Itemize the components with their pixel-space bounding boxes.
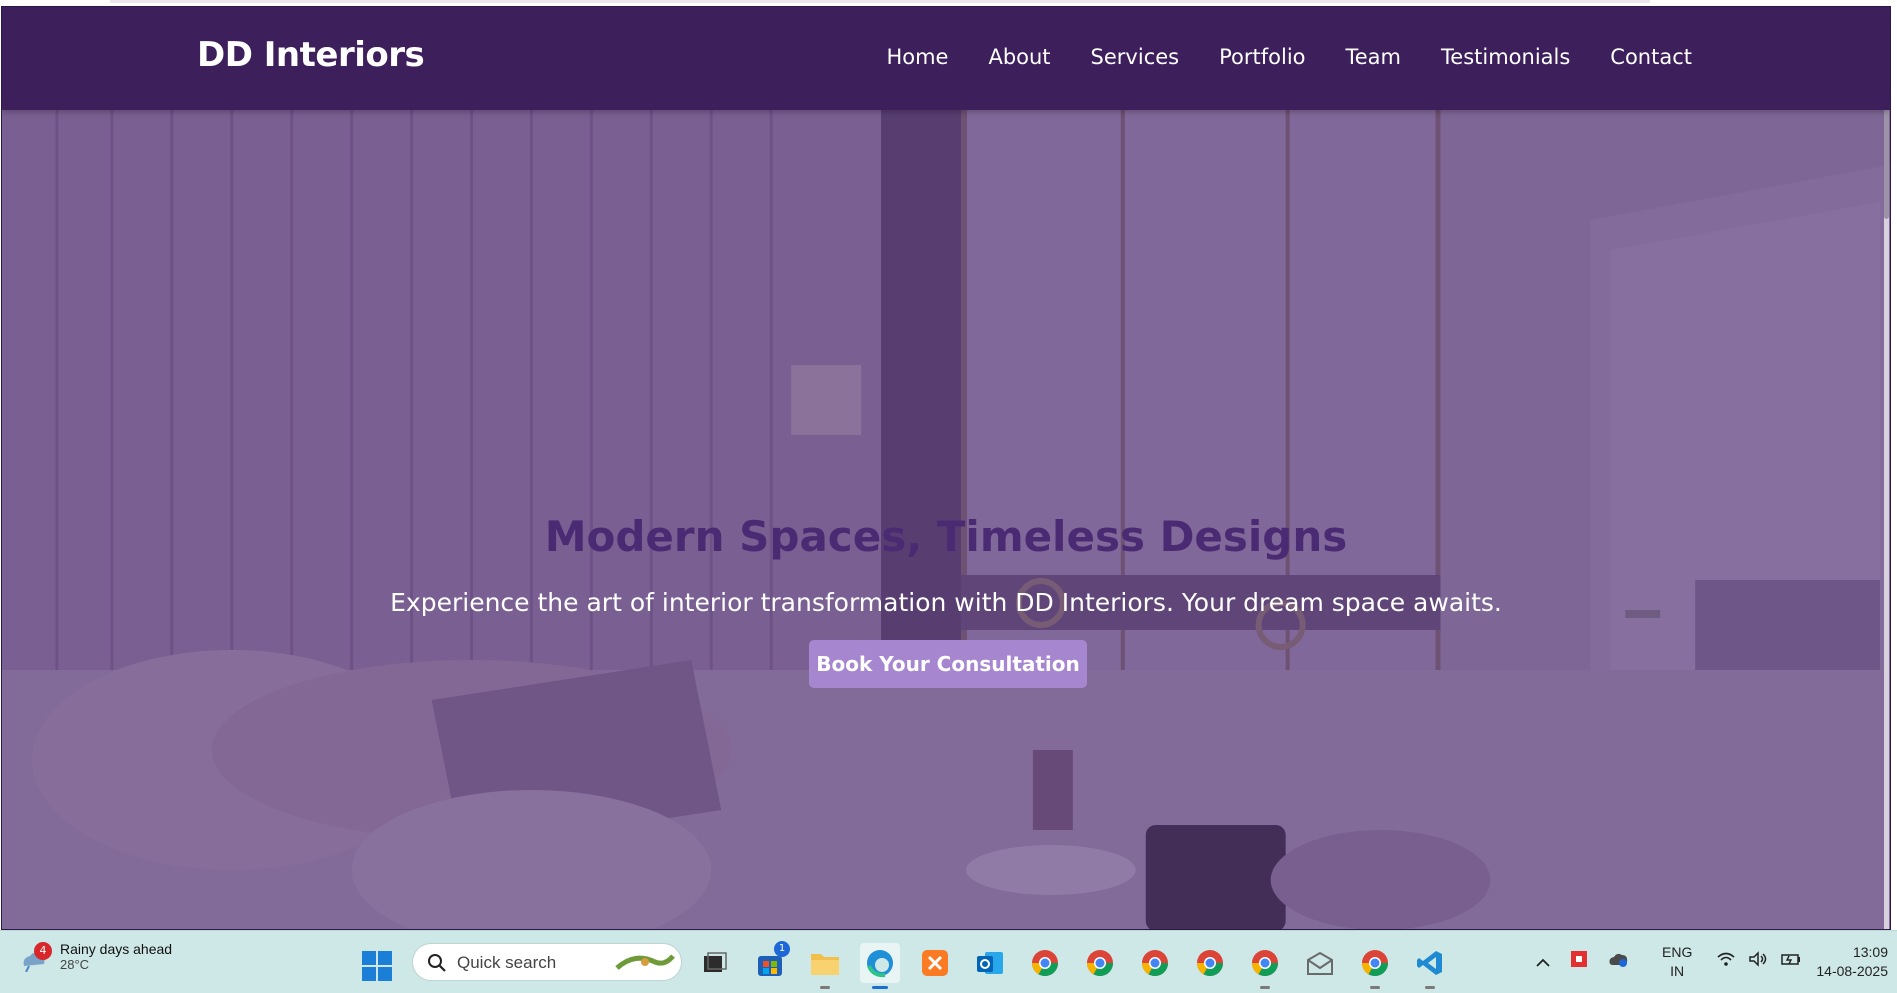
page-scrollbar[interactable] [1884,7,1889,929]
chrome-icon[interactable] [1135,943,1175,983]
vscode-icon[interactable] [1410,943,1450,989]
folder-icon[interactable] [805,943,845,989]
xampp-icon[interactable] [915,943,955,983]
onedrive-icon[interactable] [1607,950,1629,972]
chrome-icon[interactable] [1355,943,1395,989]
anydesk-icon[interactable] [1569,949,1589,973]
outlook-icon[interactable] [970,943,1010,983]
taskbar-search[interactable]: Quick search [412,943,682,981]
chevron-up-icon[interactable] [1535,952,1551,971]
site-logo[interactable]: DD Interiors [197,35,425,75]
language-code: ENG [1662,944,1693,960]
search-highlight-icon [615,948,675,980]
system-tray [1535,949,1629,973]
windows-start-icon[interactable] [362,951,392,981]
search-placeholder: Quick search [457,953,557,972]
weather-title: Rainy days ahead [60,941,173,957]
quick-settings[interactable] [1716,951,1802,971]
region-code: IN [1670,963,1685,979]
nav-link-about[interactable]: About [988,45,1050,69]
hero-subtitle: Experience the art of interior transform… [390,588,1502,617]
taskbar: 4 Rainy days ahead 28°C Quick search 1 E… [0,930,1897,993]
clock-date: 14-08-2025 [1816,963,1888,979]
rain-cloud-icon: 4 [20,941,52,972]
chrome-icon[interactable] [1080,943,1120,983]
nav-link-services[interactable]: Services [1091,45,1180,69]
wifi-icon [1716,951,1736,971]
browser-viewport: DD Interiors Home About Services Portfol… [1,6,1891,930]
store-icon[interactable]: 1 [750,941,790,983]
weather-badge: 4 [34,941,52,960]
weather-widget[interactable]: 4 Rainy days ahead 28°C [20,941,172,972]
nav-link-contact[interactable]: Contact [1610,45,1692,69]
chrome-icon[interactable] [1025,943,1065,983]
clock-time: 13:09 [1852,944,1888,960]
mail-icon[interactable] [1300,943,1340,983]
taskbar-apps: 1 [695,941,1450,989]
volume-icon [1748,951,1768,971]
main-nav: Home About Services Portfolio Team Testi… [886,45,1692,69]
battery-icon [1780,951,1802,971]
taskbar-clock[interactable]: 13:09 14-08-2025 [1808,943,1888,981]
edge-icon[interactable] [860,943,900,989]
site-navbar: DD Interiors Home About Services Portfol… [2,7,1890,110]
nav-link-team[interactable]: Team [1346,45,1402,69]
hero-title: Modern Spaces, Timeless Designs [544,512,1348,561]
weather-temp: 28°C [60,957,90,972]
nav-link-home[interactable]: Home [886,45,948,69]
input-language[interactable]: ENG IN [1662,943,1692,981]
chrome-icon[interactable] [1245,943,1285,989]
store-badge: 1 [774,941,790,957]
chrome-icon[interactable] [1190,943,1230,983]
book-consultation-button[interactable]: Book Your Consultation [809,640,1087,688]
search-icon [427,953,447,977]
nav-link-testimonials[interactable]: Testimonials [1441,45,1570,69]
task-view-icon[interactable] [695,943,735,983]
nav-link-portfolio[interactable]: Portfolio [1219,45,1305,69]
hero-section: Modern Spaces, Timeless Designs Experien… [2,110,1890,929]
